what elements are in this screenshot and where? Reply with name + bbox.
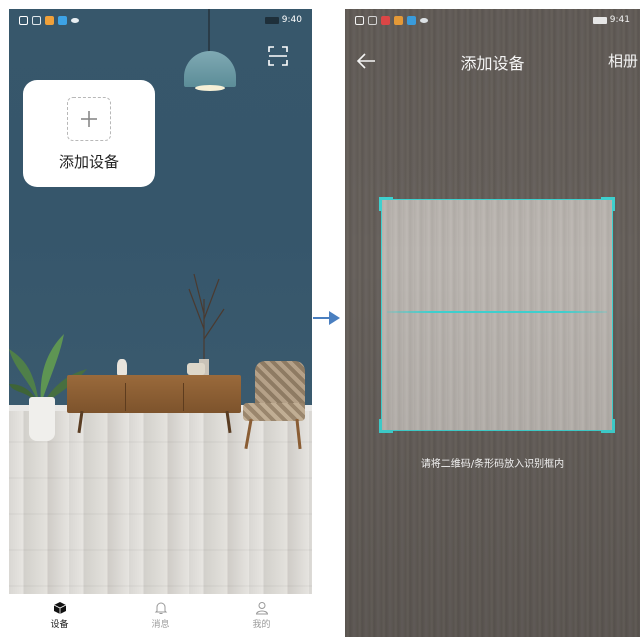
battery-icon: [264, 16, 279, 24]
bottom-nav: 设备 消息 我的: [9, 594, 312, 637]
stage: 9:40 添加设备 设备 消息 我的 9:41 添加设备 相册 请将二维码/条形…: [0, 0, 640, 637]
wifi-icon: [32, 15, 41, 25]
status-time-text: 9:40: [281, 15, 302, 25]
person-icon: [255, 602, 268, 615]
notification-app-icon: [58, 15, 67, 25]
cloud-icon: [420, 17, 428, 23]
scan-line: [387, 311, 607, 313]
sim-icon: [19, 15, 28, 25]
scan-frame-border: [381, 199, 613, 431]
plant-pot: [29, 397, 55, 441]
sideboard-divider: [183, 383, 184, 411]
nav-label-devices: 设备: [50, 620, 69, 630]
branch-vase-image: [188, 273, 225, 377]
device-home-screen: 9:40 添加设备 设备 消息 我的: [9, 9, 312, 637]
sideboard-image: [67, 375, 241, 413]
device-cube-icon: [53, 602, 66, 614]
sim-icon: [355, 15, 364, 25]
cloud-icon: [71, 17, 79, 23]
nav-label-me: 我的: [252, 620, 271, 630]
notification-app-icon: [407, 15, 416, 25]
room-floor-background: [9, 407, 312, 602]
battery-icon: [592, 16, 607, 24]
status-time-text: 9:41: [609, 15, 630, 25]
wifi-icon: [368, 15, 377, 25]
add-device-label: 添加设备: [58, 153, 119, 171]
bell-icon: [154, 602, 167, 614]
scan-corner: [379, 419, 393, 433]
nav-item-devices[interactable]: 设备: [9, 594, 110, 637]
scan-hint-text: 请将二维码/条形码放入识别框内: [420, 459, 565, 470]
title-bar: 添加设备 相册: [345, 49, 640, 73]
scan-screen: 9:41 添加设备 相册 请将二维码/条形码放入识别框内: [345, 9, 640, 637]
armchair-image: [255, 361, 305, 409]
page-title: 添加设备: [460, 54, 525, 73]
notification-app-icon: [394, 15, 403, 25]
nav-item-messages[interactable]: 消息: [110, 594, 211, 637]
status-time: 9:40: [264, 15, 302, 25]
status-time: 9:41: [592, 15, 630, 25]
status-bar: 9:41: [345, 9, 640, 31]
plus-icon: [81, 111, 97, 127]
lamp-glow: [195, 85, 225, 91]
notification-app-icon: [381, 15, 390, 25]
nav-item-me[interactable]: 我的: [211, 594, 312, 637]
nav-label-messages: 消息: [151, 620, 170, 630]
transition-arrow-icon: [313, 311, 340, 325]
decor-box: [187, 363, 205, 375]
scan-icon[interactable]: [267, 45, 289, 67]
scan-corner: [379, 197, 393, 211]
album-button[interactable]: 相册: [608, 50, 638, 71]
scan-corner: [601, 197, 615, 211]
decor-figurine: [117, 359, 127, 375]
status-bar: 9:40: [9, 9, 312, 31]
add-device-card[interactable]: 添加设备: [23, 80, 155, 187]
scan-frame: [379, 197, 615, 433]
sideboard-divider: [125, 383, 126, 411]
notification-app-icon: [45, 15, 54, 25]
scan-corner: [601, 419, 615, 433]
add-device-plus-box: [67, 97, 111, 141]
